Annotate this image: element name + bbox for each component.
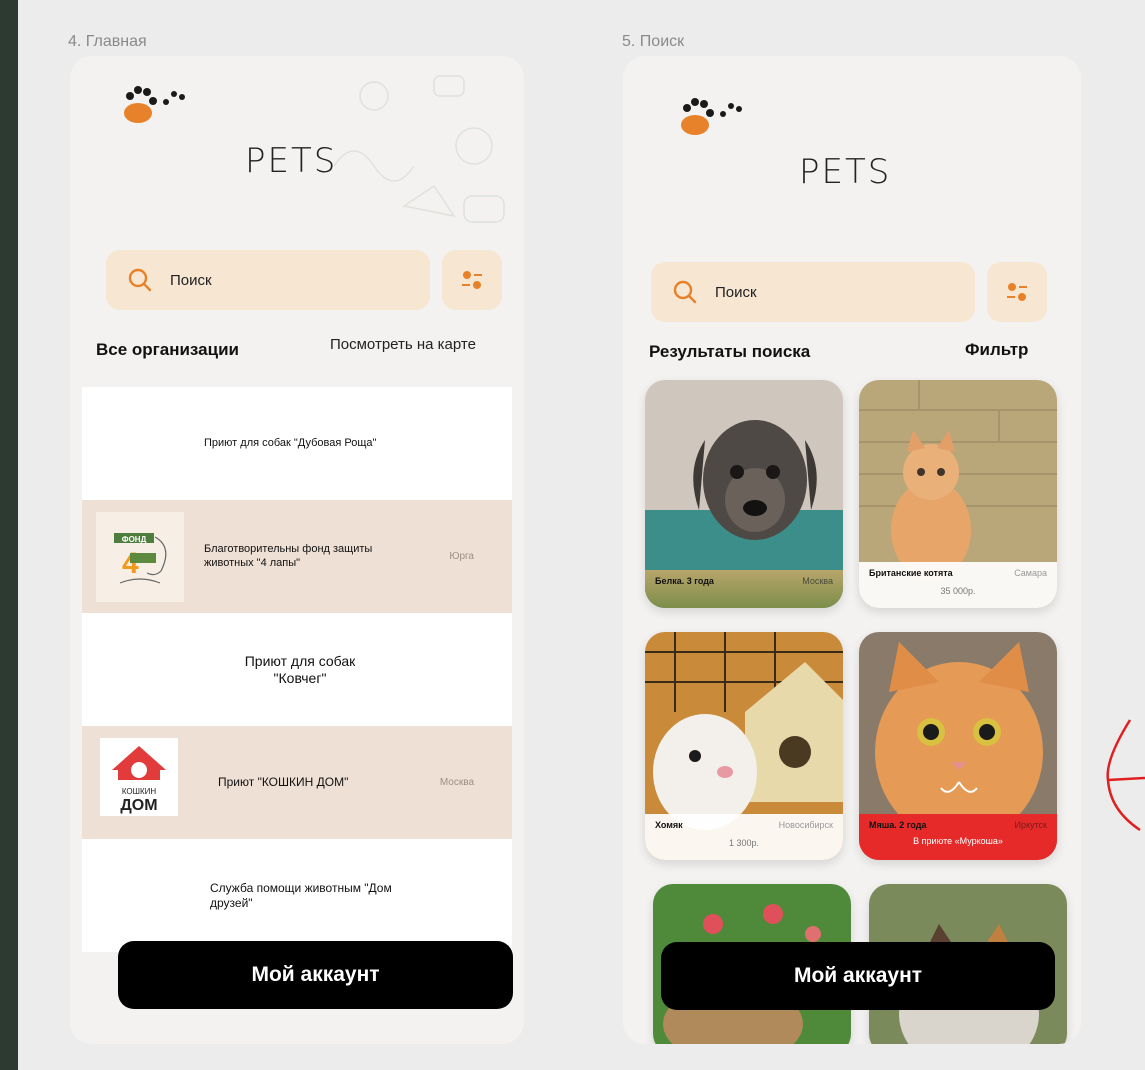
- pet-name: Белка. 3 года: [655, 576, 714, 586]
- food-doodle-background: [333, 75, 505, 223]
- org-city: Юрга: [449, 551, 474, 562]
- pet-city: Москва: [802, 576, 833, 586]
- pet-card[interactable]: Британские котята Самара 35 000р.: [859, 380, 1057, 608]
- org-name: Приют "КОШКИН ДОМ": [218, 775, 349, 790]
- svg-text:КОШКИН: КОШКИН: [122, 787, 157, 796]
- svg-text:4: 4: [122, 547, 139, 580]
- paw-logo-icon: [124, 86, 185, 123]
- section-title-results: Результаты поиска: [649, 342, 811, 361]
- frame-label-search: 5. Поиск: [622, 33, 685, 50]
- design-canvas: 4. Главная PETS Поиск Все организации По…: [18, 0, 1145, 1070]
- pet-name: Британские котята: [869, 568, 953, 578]
- org-row[interactable]: Приют для собак "Дубовая Роща": [82, 387, 512, 500]
- search-screen: PETS Поиск Результаты поиска Фильтр Белк…: [623, 56, 1081, 1044]
- org-row[interactable]: КОШКИН ДОМ Приют "КОШКИН ДОМ" Москва: [82, 726, 512, 839]
- org-name: Служба помощи животным "Дом друзей": [210, 881, 392, 910]
- org-row[interactable]: Приют для собак "Ковчег": [82, 613, 512, 726]
- pet-price: 1 300р.: [728, 838, 760, 848]
- view-on-map-link[interactable]: Посмотреть на карте: [330, 336, 476, 353]
- org-logo-koshkin-dom: КОШКИН ДОМ: [100, 738, 178, 816]
- pet-name: Хомяк: [655, 820, 683, 830]
- organization-list: Приют для собак "Дубовая Роща" ФОНД 4 Бл…: [82, 387, 512, 952]
- brand-title: PETS: [245, 141, 338, 181]
- sliders-icon: [462, 271, 482, 289]
- brand-title: PETS: [799, 152, 892, 192]
- pet-price: 35 000р.: [940, 586, 976, 596]
- filter-button[interactable]: [442, 250, 502, 310]
- annotation-arrow-icon: [1106, 719, 1145, 832]
- org-logo-4-lapy: ФОНД 4: [96, 512, 184, 602]
- org-city: Москва: [439, 777, 474, 788]
- org-name: Приют для собак "Дубовая Роща": [204, 436, 377, 449]
- org-row[interactable]: Служба помощи животным "Дом друзей": [82, 839, 512, 952]
- pet-card[interactable]: Мяша. 2 года Иркутск В приюте «Муркоша»: [859, 632, 1057, 860]
- search-icon: [128, 268, 152, 292]
- my-account-button[interactable]: Мой аккаунт: [661, 942, 1055, 1010]
- filter-button[interactable]: [987, 262, 1047, 322]
- pet-city: Самара: [1014, 568, 1047, 578]
- pet-shelter: В приюте «Муркоша»: [913, 836, 1003, 846]
- section-title-organizations: Все организации: [96, 340, 239, 359]
- my-account-button[interactable]: Мой аккаунт: [118, 941, 513, 1009]
- pet-city: Новосибирск: [778, 820, 833, 830]
- svg-text:ФОНД: ФОНД: [122, 535, 147, 544]
- search-placeholder: Поиск: [170, 271, 212, 289]
- home-screen: PETS Поиск Все организации Посмотреть на…: [70, 56, 524, 1044]
- pet-name: Мяша. 2 года: [869, 820, 927, 830]
- pet-city: Иркутск: [1014, 820, 1047, 830]
- filter-link[interactable]: Фильтр: [965, 340, 1028, 360]
- sliders-icon: [1007, 283, 1027, 301]
- org-name: Благотворительны фонд защиты животных "4…: [204, 543, 373, 569]
- paw-logo-icon: [681, 98, 742, 135]
- pet-info: Белка. 3 года Москва: [645, 570, 843, 608]
- pet-info: Британские котята Самара 35 000р.: [859, 562, 1057, 608]
- pet-card[interactable]: Хомяк Новосибирск 1 300р.: [645, 632, 843, 860]
- org-name: Приют для собак "Ковчег": [244, 652, 356, 686]
- pet-info: Хомяк Новосибирск 1 300р.: [645, 814, 843, 860]
- svg-text:ДОМ: ДОМ: [120, 797, 157, 814]
- pet-info: Мяша. 2 года Иркутск В приюте «Муркоша»: [859, 814, 1057, 860]
- pet-card[interactable]: Белка. 3 года Москва: [645, 380, 843, 608]
- search-placeholder: Поиск: [715, 283, 757, 301]
- search-input[interactable]: Поиск: [651, 262, 975, 322]
- search-icon: [673, 280, 697, 304]
- frame-label-home: 4. Главная: [68, 33, 147, 50]
- org-row[interactable]: ФОНД 4 Благотворительны фонд защиты живо…: [82, 500, 512, 613]
- search-input[interactable]: Поиск: [106, 250, 430, 310]
